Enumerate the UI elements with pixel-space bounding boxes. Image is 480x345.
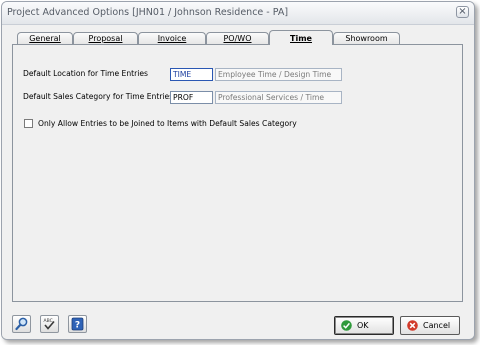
ok-label: OK [357,321,369,330]
button-bar: ABC ? OK Cancel [2,307,474,339]
tab-time-label: Time [290,34,312,43]
tab-proposal-label: Proposal [88,34,123,43]
checkmark-icon [341,320,352,331]
title-bar[interactable]: Project Advanced Options [JHN01 / Johnso… [2,2,474,25]
tab-general-label: General [29,34,61,43]
spellcheck-button[interactable]: ABC [40,315,59,333]
svg-text:?: ? [75,321,80,331]
cancel-icon [407,320,418,331]
default-location-label: Default Location for Time Entries [23,69,148,78]
spellcheck-icon: ABC [44,318,55,330]
tab-proposal[interactable]: Proposal [73,32,138,44]
tab-po-wo[interactable]: PO/WO [206,32,269,44]
window-title: Project Advanced Options [JHN01 / Johnso… [7,7,289,18]
tab-general[interactable]: General [17,32,73,44]
restrict-entries-label[interactable]: Only Allow Entries to be Joined to Items… [38,119,297,128]
search-icon [15,317,28,331]
tab-showroom[interactable]: Showroom [333,32,400,44]
search-button[interactable] [12,315,31,333]
svg-text:ABC: ABC [44,318,53,324]
ok-button[interactable]: OK [334,316,394,335]
tab-po-wo-label: PO/WO [223,34,252,43]
cancel-button[interactable]: Cancel [400,316,460,335]
tab-time[interactable]: Time [269,30,333,45]
help-button[interactable]: ? [68,315,87,333]
default-sales-category-description-field: Professional Services / Time [215,91,342,104]
cancel-label: Cancel [423,321,451,330]
tab-invoice-label: Invoice [157,34,187,43]
help-icon: ? [71,317,84,331]
default-location-code-field[interactable]: TIME [170,68,213,81]
tab-invoice[interactable]: Invoice [138,32,206,44]
default-sales-category-label: Default Sales Category for Time Entries [23,92,174,101]
close-icon: × [458,6,467,17]
time-tab-panel: Default Location for Time Entries TIME E… [12,44,463,302]
default-sales-category-code-field[interactable]: PROF [170,91,213,104]
dialog-window: Project Advanced Options [JHN01 / Johnso… [1,1,475,340]
close-button[interactable]: × [456,6,469,18]
tab-strip: General Proposal Invoice PO/WO Time Show… [12,30,472,45]
restrict-entries-checkbox[interactable] [24,119,33,128]
default-location-description-field: Employee Time / Design Time [215,68,342,81]
tab-showroom-label: Showroom [345,34,388,43]
